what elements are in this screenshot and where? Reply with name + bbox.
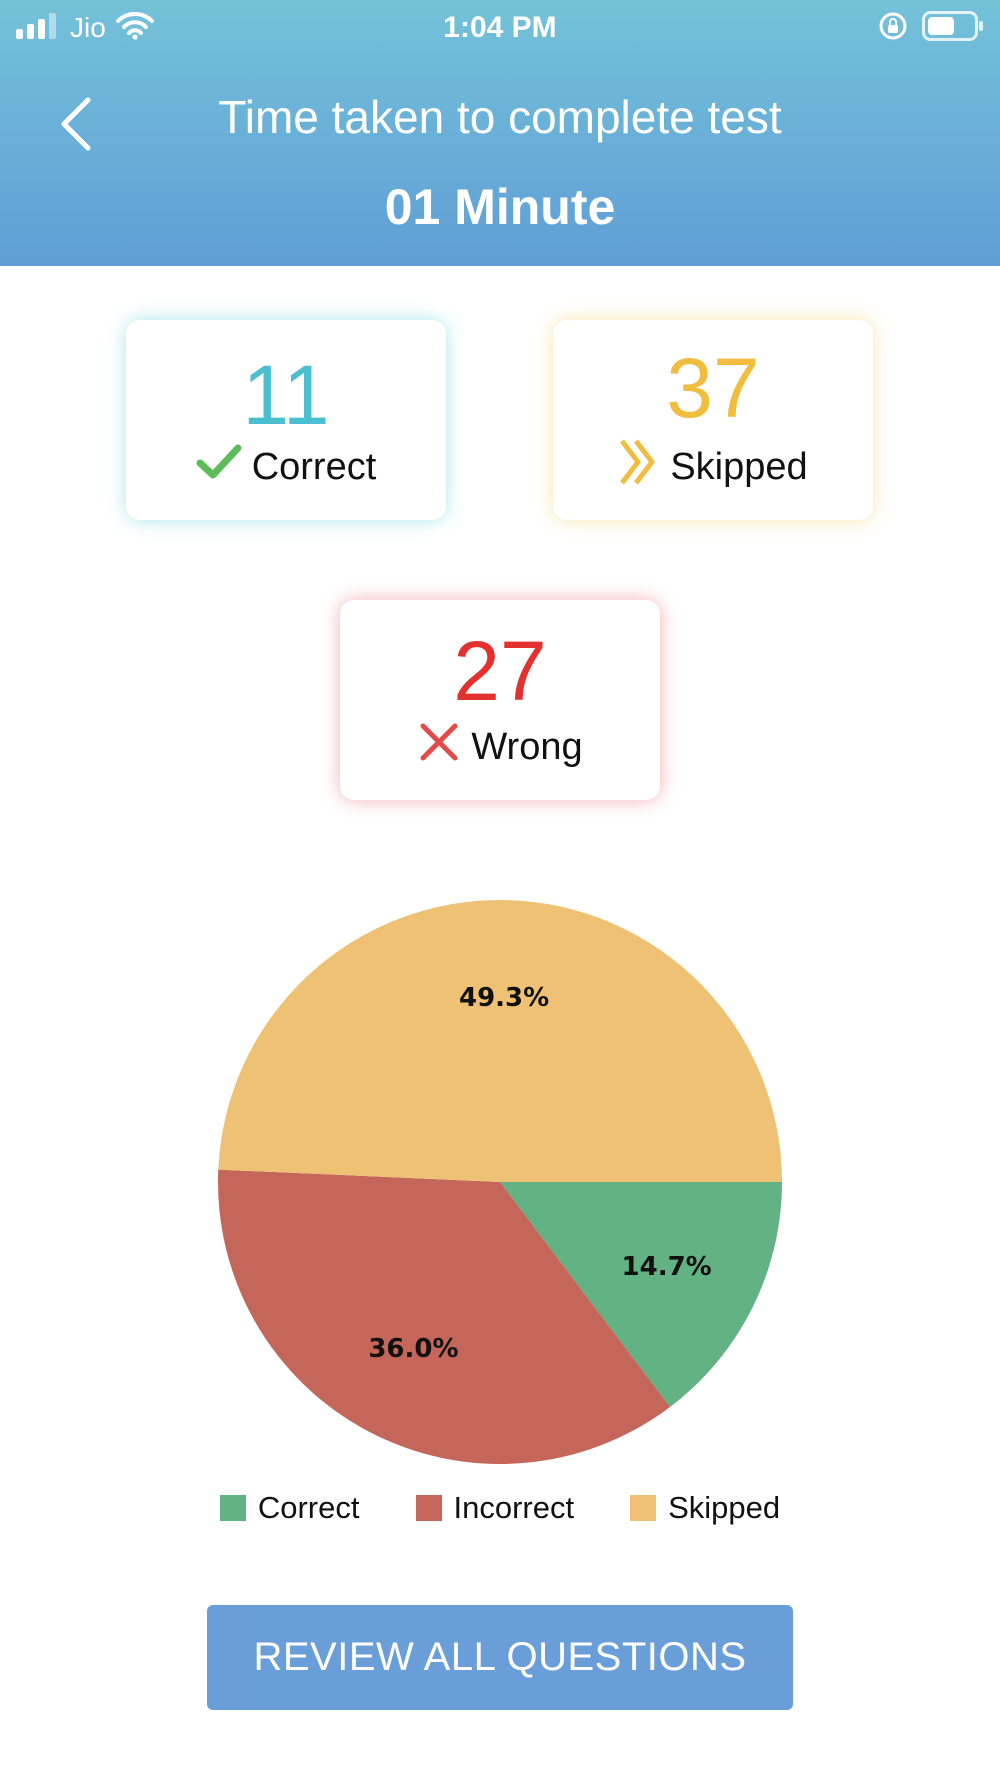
skipped-label-group: Skipped xyxy=(618,437,808,497)
double-chevron-right-icon xyxy=(618,437,660,497)
status-time: 1:04 PM xyxy=(443,11,557,44)
legend-label: Correct xyxy=(257,1490,360,1525)
pie-label-correct: 14.7% xyxy=(622,1252,712,1282)
legend-item-skipped: Skipped xyxy=(630,1488,780,1528)
correct-count: 11 xyxy=(242,348,330,442)
duration-value: 01 Minute xyxy=(384,179,616,235)
pie-label-incorrect: 36.0% xyxy=(368,1334,458,1364)
correct-label-group: Correct xyxy=(196,444,377,490)
chart-legend: Correct Incorrect Skipped xyxy=(0,1488,1000,1528)
wrong-card: 27 Wrong xyxy=(340,600,660,800)
rotation-lock-icon xyxy=(878,11,908,46)
pie-slice-skipped xyxy=(218,899,782,1182)
legend-label: Incorrect xyxy=(453,1490,575,1525)
status-right xyxy=(878,8,984,48)
correct-label: Correct xyxy=(251,445,377,488)
page-title: Time taken to complete test xyxy=(218,91,782,143)
pie-chart: 14.7% 36.0% 49.3% xyxy=(217,899,782,1464)
legend-item-correct: Correct xyxy=(219,1488,360,1528)
battery-icon xyxy=(922,10,984,46)
header: Jio 1:04 PM Time taken to complete test … xyxy=(0,0,1000,266)
wrong-label-group: Wrong xyxy=(417,720,583,774)
legend-item-incorrect: Incorrect xyxy=(415,1488,575,1528)
correct-card: 11 Correct xyxy=(126,320,446,520)
legend-swatch xyxy=(630,1495,657,1521)
legend-swatch xyxy=(415,1495,442,1521)
review-all-questions-button[interactable]: REVIEW ALL QUESTIONS xyxy=(207,1605,793,1710)
skipped-card: 37 Skipped xyxy=(553,320,873,520)
checkmark-icon xyxy=(196,444,242,490)
legend-swatch xyxy=(219,1495,246,1521)
pie-label-skipped: 49.3% xyxy=(459,983,549,1013)
legend-label: Skipped xyxy=(668,1490,781,1525)
cross-icon xyxy=(417,720,461,774)
skipped-label: Skipped xyxy=(670,445,808,488)
wrong-count: 27 xyxy=(453,624,547,718)
status-bar: Jio 1:04 PM xyxy=(0,0,1000,58)
skipped-count: 37 xyxy=(666,341,760,435)
wrong-label: Wrong xyxy=(471,725,583,768)
